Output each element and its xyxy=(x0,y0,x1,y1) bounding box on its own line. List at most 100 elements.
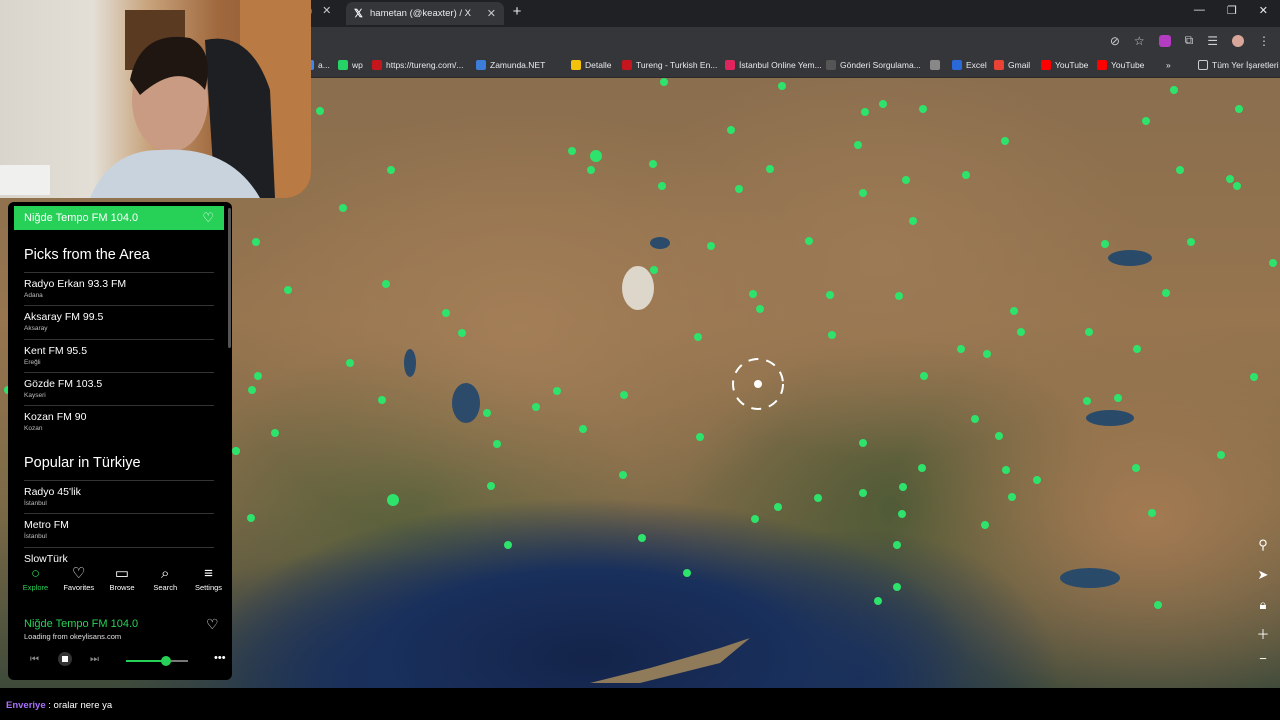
station-dot[interactable] xyxy=(909,217,917,225)
close-icon[interactable]: ✕ xyxy=(487,7,496,20)
station-dot[interactable] xyxy=(1008,493,1016,501)
now-playing-bar[interactable]: Niğde Tempo FM 104.0 ♡ xyxy=(14,206,224,230)
station-dot[interactable] xyxy=(378,396,386,404)
station-dot[interactable] xyxy=(553,387,561,395)
station-dot[interactable] xyxy=(620,391,628,399)
close-icon[interactable]: ✕ xyxy=(322,4,331,17)
bookmarks-overflow[interactable]: » xyxy=(1166,60,1171,70)
station-row[interactable]: Gözde FM 103.5 Kayseri xyxy=(24,371,214,405)
station-dot[interactable] xyxy=(1101,240,1109,248)
station-dot[interactable] xyxy=(859,189,867,197)
station-dot[interactable] xyxy=(660,78,668,86)
station-dot[interactable] xyxy=(879,100,887,108)
station-dot[interactable] xyxy=(766,165,774,173)
station-dot[interactable] xyxy=(483,409,491,417)
bookmark-item[interactable]: İstanbul Online Yem... xyxy=(725,60,822,70)
station-dot[interactable] xyxy=(898,510,906,518)
station-dot[interactable] xyxy=(284,286,292,294)
station-row[interactable]: Aksaray FM 99.5 Aksaray xyxy=(24,305,214,338)
profile-avatar[interactable] xyxy=(1232,34,1244,47)
station-dot[interactable] xyxy=(902,176,910,184)
tab-active[interactable]: 𝕏 hametan (@keaxter) / X ✕ xyxy=(346,2,504,25)
bookmark-item[interactable]: YouTube xyxy=(1041,60,1088,70)
station-dot[interactable] xyxy=(920,372,928,380)
station-dot[interactable] xyxy=(756,305,764,313)
station-dot[interactable] xyxy=(1217,451,1225,459)
new-tab-button[interactable]: + xyxy=(510,4,524,19)
station-dot[interactable] xyxy=(1170,86,1178,94)
minimize-button[interactable]: — xyxy=(1194,4,1205,17)
bookmark-item[interactable]: Zamunda.NET xyxy=(476,60,545,70)
station-row[interactable]: Radyo Erkan 93.3 FM Adana xyxy=(24,272,214,305)
station-dot[interactable] xyxy=(854,141,862,149)
station-dot[interactable] xyxy=(696,433,704,441)
station-row[interactable]: Metro FM İstanbul xyxy=(24,513,214,546)
bookmark-item[interactable]: Excel xyxy=(952,60,987,70)
station-dot[interactable] xyxy=(859,439,867,447)
navigate-icon[interactable]: ➤ xyxy=(1254,566,1272,584)
bookmark-item[interactable]: Gmail xyxy=(994,60,1030,70)
station-dot[interactable] xyxy=(1085,328,1093,336)
bookmark-item[interactable]: https://tureng.com/... xyxy=(372,60,463,70)
station-dot[interactable] xyxy=(727,126,735,134)
station-dot[interactable] xyxy=(1133,345,1141,353)
station-dot[interactable] xyxy=(874,597,882,605)
zoom-in-icon[interactable]: ＋ xyxy=(1254,626,1272,644)
station-dot[interactable] xyxy=(983,350,991,358)
station-dot[interactable] xyxy=(387,494,399,506)
nav-browse[interactable]: ▭ Browse xyxy=(101,564,144,602)
station-row[interactable]: Kozan FM 90 Kozan xyxy=(24,405,214,438)
station-dot[interactable] xyxy=(1154,601,1162,609)
more-icon[interactable]: ••• xyxy=(214,652,226,664)
station-dot[interactable] xyxy=(568,147,576,155)
station-dot[interactable] xyxy=(962,171,970,179)
station-dot[interactable] xyxy=(1250,373,1258,381)
station-dot[interactable] xyxy=(346,359,354,367)
station-dot[interactable] xyxy=(590,150,602,162)
station-dot[interactable] xyxy=(458,329,466,337)
station-row[interactable]: Kent FM 95.5 Ereğli xyxy=(24,338,214,372)
station-dot[interactable] xyxy=(707,242,715,250)
zoom-out-icon[interactable]: − xyxy=(1254,650,1272,668)
station-dot[interactable] xyxy=(895,292,903,300)
station-dot[interactable] xyxy=(579,425,587,433)
station-dot[interactable] xyxy=(649,160,657,168)
bookmark-item[interactable]: Detalle xyxy=(571,60,611,70)
heart-icon[interactable]: ♡ xyxy=(206,616,219,633)
station-dot[interactable] xyxy=(899,483,907,491)
station-dot[interactable] xyxy=(893,541,901,549)
station-dot[interactable] xyxy=(1162,289,1170,297)
lock-icon[interactable]: 🔒︎ xyxy=(1254,596,1272,614)
station-dot[interactable] xyxy=(774,503,782,511)
station-dot[interactable] xyxy=(995,432,1003,440)
station-dot[interactable] xyxy=(805,237,813,245)
station-dot[interactable] xyxy=(919,105,927,113)
station-dot[interactable] xyxy=(532,403,540,411)
station-dot[interactable] xyxy=(1176,166,1184,174)
station-dot[interactable] xyxy=(1083,397,1091,405)
station-dot[interactable] xyxy=(814,494,822,502)
station-dot[interactable] xyxy=(1017,328,1025,336)
stop-button[interactable] xyxy=(58,652,72,666)
volume-knob[interactable] xyxy=(161,656,172,666)
bookmark-item[interactable]: Tureng - Turkish En... xyxy=(622,60,717,70)
scrollbar[interactable] xyxy=(228,208,231,348)
station-dot[interactable] xyxy=(1233,182,1241,190)
station-dot[interactable] xyxy=(619,471,627,479)
station-dot[interactable] xyxy=(382,280,390,288)
maximize-button[interactable]: ❐ xyxy=(1227,4,1237,17)
close-window-button[interactable]: ✕ xyxy=(1259,4,1268,17)
station-dot[interactable] xyxy=(1235,105,1243,113)
station-dot[interactable] xyxy=(971,415,979,423)
bookmark-item[interactable]: YouTube xyxy=(1097,60,1144,70)
station-dot[interactable] xyxy=(1269,259,1277,267)
station-dot[interactable] xyxy=(271,429,279,437)
station-dot[interactable] xyxy=(1187,238,1195,246)
station-dot[interactable] xyxy=(252,238,260,246)
bookmark-item[interactable]: Gönderi Sorgulama... xyxy=(826,60,921,70)
station-dot[interactable] xyxy=(861,108,869,116)
station-dot[interactable] xyxy=(1001,137,1009,145)
station-dot[interactable] xyxy=(1132,464,1140,472)
station-dot[interactable] xyxy=(254,372,262,380)
nav-search[interactable]: ⌕ Search xyxy=(144,564,187,602)
